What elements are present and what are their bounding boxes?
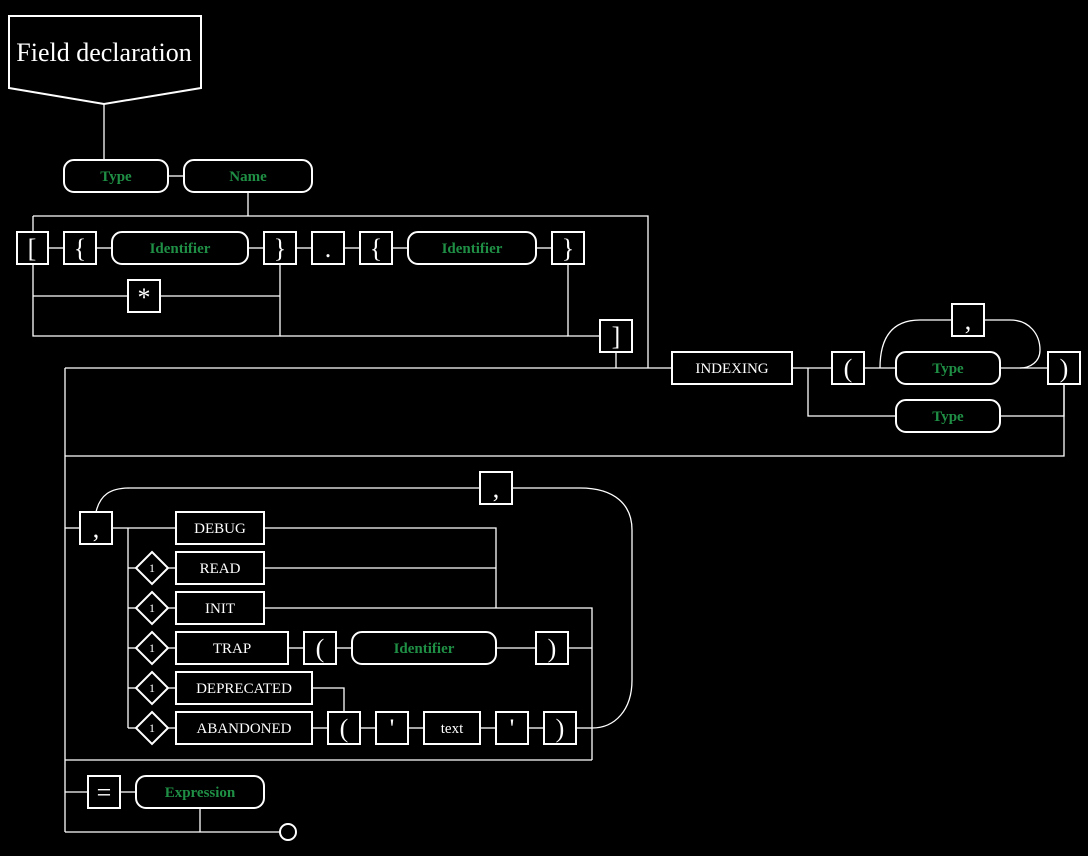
keyword-abandoned: ABANDONED [175,711,313,745]
svg-text:INIT: INIT [205,601,235,617]
svg-text:1: 1 [149,601,155,615]
repeat-limit-read: 1 [134,550,170,586]
terminal-comma-3: , [479,471,513,505]
svg-text:1: 1 [149,721,155,735]
svg-text:*: * [138,283,151,312]
keyword-debug: DEBUG [175,511,265,545]
repeat-limit-abandoned: 1 [134,710,170,746]
diagram-title-banner: Field declaration [8,15,202,106]
keyword-read: READ [175,551,265,585]
svg-text:1: 1 [149,641,155,655]
terminal-rbrace-2: } [551,231,585,265]
nonterminal-label: Name [229,169,267,185]
terminal-lbrace-1: { [63,231,97,265]
terminal-lparen-3: ( [327,711,361,745]
terminal-dot: . [311,231,345,265]
svg-text:]: ] [612,322,621,351]
svg-text:ABANDONED: ABANDONED [197,721,292,737]
terminal-lbracket: [ [16,231,49,265]
svg-text:TRAP: TRAP [213,641,251,657]
svg-text:READ: READ [200,561,241,577]
nonterminal-label: Identifier [442,241,503,257]
terminal-rparen-1: ) [1047,351,1081,385]
svg-text:1: 1 [149,561,155,575]
keyword-init: INIT [175,591,265,625]
terminal-star: * [127,279,161,313]
terminal-quote-1: ' [375,711,409,745]
terminal-equals: = [87,775,121,809]
nonterminal-identifier-1: Identifier [111,231,249,265]
svg-text:1: 1 [149,681,155,695]
nonterminal-identifier-2: Identifier [407,231,537,265]
syntax-diagram: Field declaration Type Name Identifier I… [8,15,1081,841]
svg-text:INDEXING: INDEXING [695,361,768,377]
svg-text:text: text [441,721,464,737]
svg-text:(: ( [844,354,853,383]
svg-text:(: ( [316,634,325,663]
terminal-rbrace-1: } [263,231,297,265]
repeat-limit-init: 1 [134,590,170,626]
keyword-text: text [423,711,481,745]
keyword-trap: TRAP [175,631,289,665]
svg-text:': ' [390,714,395,743]
nonterminal-label: Identifier [394,641,455,657]
nonterminal-label: Expression [165,785,236,801]
svg-text:{: { [370,234,382,263]
terminal-rparen-3: ) [543,711,577,745]
nonterminal-label: Type [100,169,132,185]
svg-text:': ' [510,714,515,743]
svg-text:,: , [965,306,972,335]
terminal-rparen-2: ) [535,631,569,665]
svg-text:[: [ [28,234,37,263]
terminal-lparen-1: ( [831,351,865,385]
keyword-indexing: INDEXING [671,351,793,385]
svg-text:(: ( [340,714,349,743]
svg-text:): ) [548,634,557,663]
terminal-rbracket: ] [599,319,633,353]
svg-text:{: { [74,234,86,263]
svg-text:DEBUG: DEBUG [194,521,246,537]
nonterminal-label: Type [932,361,964,377]
terminal-comma-1: , [951,303,985,337]
svg-text:}: } [274,234,286,263]
nonterminal-name: Name [183,159,313,193]
nonterminal-type-3: Type [895,399,1001,433]
end-terminator-icon [279,823,297,841]
terminal-lbrace-2: { [359,231,393,265]
nonterminal-identifier-3: Identifier [351,631,497,665]
svg-text:): ) [1060,354,1069,383]
svg-text:): ) [556,714,565,743]
repeat-limit-deprecated: 1 [134,670,170,706]
terminal-comma-2: , [79,511,113,545]
terminal-quote-2: ' [495,711,529,745]
svg-text:}: } [562,234,574,263]
terminal-lparen-2: ( [303,631,337,665]
nonterminal-type-2: Type [895,351,1001,385]
svg-text:,: , [93,514,100,543]
nonterminal-expression: Expression [135,775,265,809]
keyword-deprecated: DEPRECATED [175,671,313,705]
svg-text:,: , [493,474,500,503]
nonterminal-type-1: Type [63,159,169,193]
svg-text:DEPRECATED: DEPRECATED [196,681,292,697]
nonterminal-label: Type [932,409,964,425]
svg-text:=: = [97,778,112,807]
diagram-title: Field declaration [16,38,191,67]
svg-text:.: . [325,234,332,263]
repeat-limit-trap: 1 [134,630,170,666]
nonterminal-label: Identifier [150,241,211,257]
